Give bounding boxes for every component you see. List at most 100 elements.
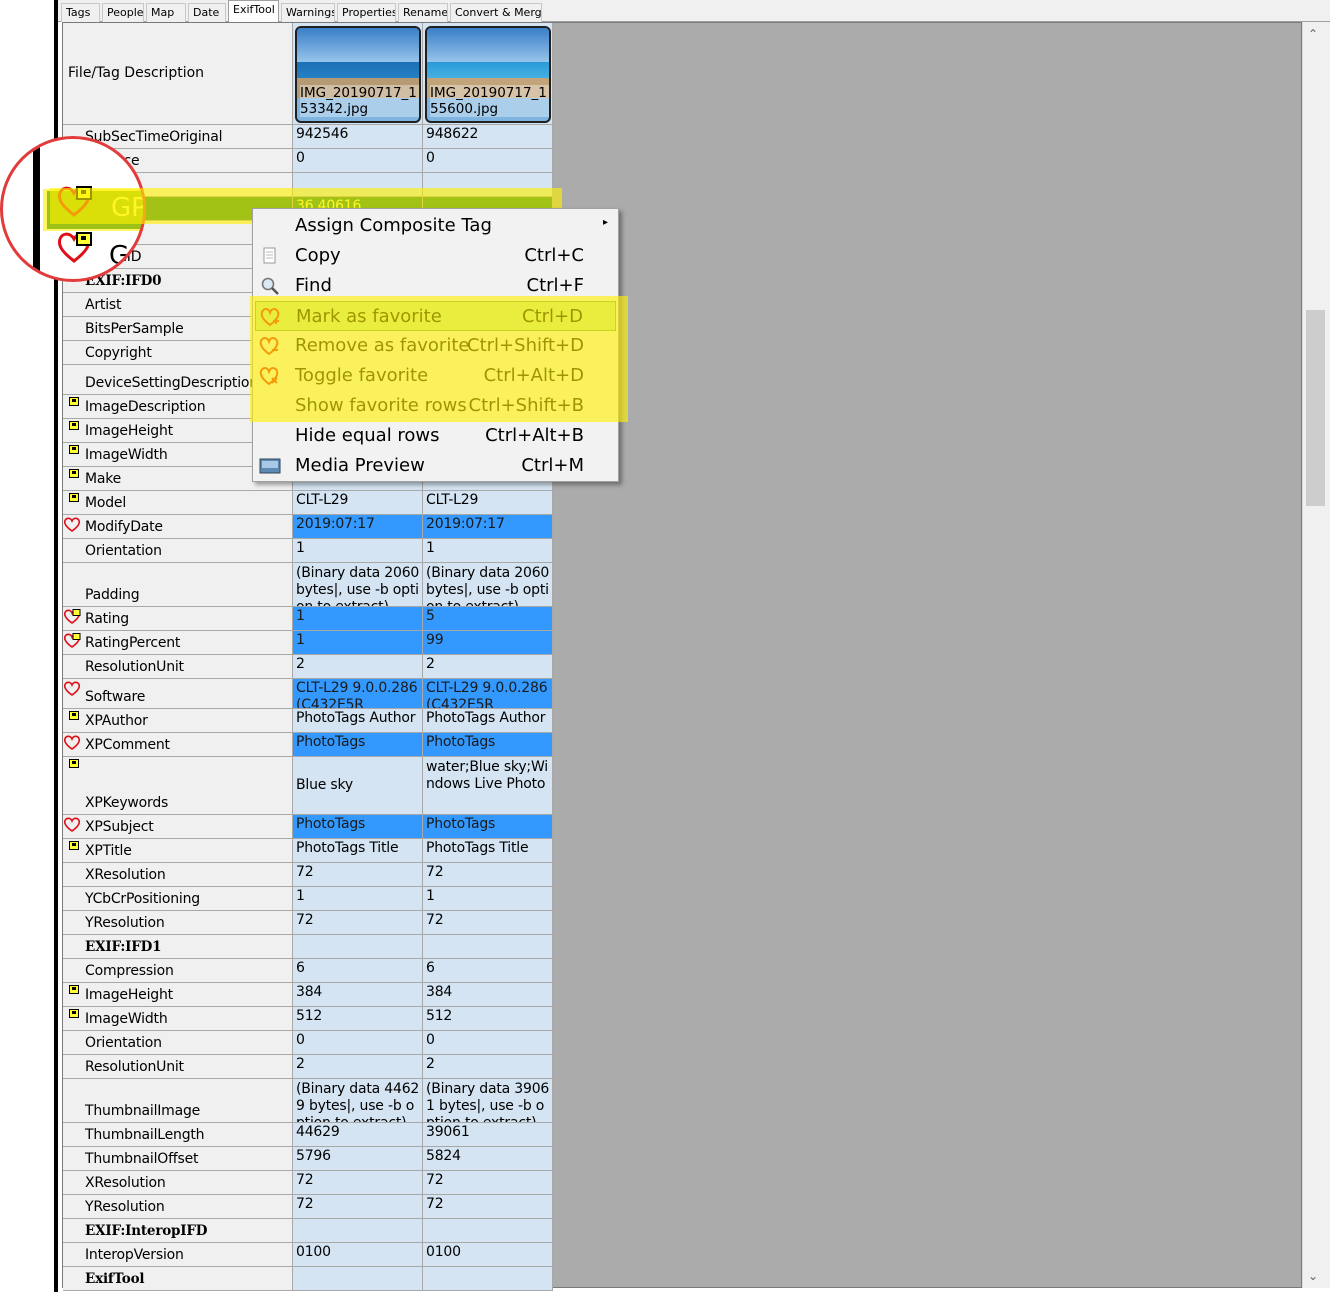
value-cell-file-1[interactable]: 72 [293, 863, 423, 887]
value-cell-file-2[interactable]: 512 [423, 1007, 553, 1031]
table-row[interactable]: YCbCrPositioning 1 1 [63, 887, 553, 911]
value-cell-file-2[interactable]: 72 [423, 1195, 553, 1219]
value-cell-file-1[interactable]: 0 [293, 1031, 423, 1055]
table-row[interactable]: InteropVersion 0100 0100 [63, 1243, 553, 1267]
value-cell-file-2[interactable]: 1 [423, 887, 553, 911]
value-cell-file-1[interactable]: 72 [293, 1195, 423, 1219]
table-row[interactable]: ExifTool [63, 1267, 553, 1291]
tag-name-cell[interactable]: ImageHeight [63, 983, 293, 1007]
tag-name-cell[interactable]: XResolution [63, 1171, 293, 1195]
value-cell-file-1[interactable]: Blue sky [293, 757, 423, 815]
tag-name-cell[interactable]: XPComment [63, 733, 293, 757]
value-cell-file-1[interactable]: CLT-L29 9.0.0.286(C432E5R [293, 679, 423, 709]
value-cell-file-1[interactable]: PhotoTags Author [293, 709, 423, 733]
value-cell-file-1[interactable] [293, 1219, 423, 1243]
value-cell-file-2[interactable]: 0 [423, 149, 553, 173]
table-row[interactable]: XPKeywords Blue sky water;Blue sky;Windows… [63, 757, 553, 815]
table-row[interactable]: Model CLT-L29 CLT-L29 [63, 491, 553, 515]
value-cell-file-1[interactable]: (Binary data 2060 bytes|, use -b option … [293, 563, 423, 607]
table-row[interactable]: EXIF:InteropIFD [63, 1219, 553, 1243]
tag-name-cell[interactable]: XResolution [63, 863, 293, 887]
value-cell-file-2[interactable]: 72 [423, 1171, 553, 1195]
value-cell-file-1[interactable]: 2 [293, 655, 423, 679]
value-cell-file-2[interactable] [423, 1267, 553, 1291]
table-row[interactable]: Padding (Binary data 2060 bytes|, use -b … [63, 563, 553, 607]
value-cell-file-1[interactable]: 512 [293, 1007, 423, 1031]
table-row[interactable]: ThumbnailImage (Binary data 44629 bytes|,… [63, 1079, 553, 1123]
table-row[interactable]: Compression 6 6 [63, 959, 553, 983]
value-cell-file-2[interactable]: 2019:07:17 [423, 515, 553, 539]
tab-rename[interactable]: Rename [398, 3, 448, 22]
tag-name-cell[interactable]: ThumbnailOffset [63, 1147, 293, 1171]
table-row[interactable]: ModifyDate 2019:07:17 2019:07:17 [63, 515, 553, 539]
thumbnail-2[interactable]: IMG_20190717_155600.jpg [425, 26, 551, 123]
tag-name-cell[interactable]: XPTitle [63, 839, 293, 863]
value-cell-file-2[interactable]: 0100 [423, 1243, 553, 1267]
tab-map[interactable]: Map [146, 3, 186, 22]
tag-name-cell[interactable]: ModifyDate [63, 515, 293, 539]
tag-name-cell[interactable]: YResolution [63, 911, 293, 935]
value-cell-file-1[interactable]: 72 [293, 911, 423, 935]
tab-exiftool[interactable]: ExifTool [228, 0, 279, 22]
tab-people[interactable]: People [102, 3, 144, 22]
value-cell-file-1[interactable]: 1 [293, 607, 423, 631]
vertical-scrollbar[interactable] [1302, 22, 1330, 1288]
tag-name-cell[interactable]: YResolution [63, 1195, 293, 1219]
value-cell-file-2[interactable]: PhotoTags [423, 733, 553, 757]
tag-name-cell[interactable]: Model [63, 491, 293, 515]
value-cell-file-2[interactable]: (Binary data 2060 bytes|, use -b option … [423, 563, 553, 607]
value-cell-file-2[interactable]: 948622 [423, 125, 553, 149]
tab-date[interactable]: Date [188, 3, 226, 22]
table-row[interactable]: XPSubject PhotoTags PhotoTags [63, 815, 553, 839]
value-cell-file-2[interactable]: 1 [423, 539, 553, 563]
tag-name-cell[interactable]: ImageWidth [63, 1007, 293, 1031]
menu-item-media-preview[interactable]: Media Preview Ctrl+M [255, 451, 616, 481]
value-cell-file-2[interactable]: 99 [423, 631, 553, 655]
value-cell-file-1[interactable]: PhotoTags [293, 815, 423, 839]
value-cell-file-2[interactable] [423, 935, 553, 959]
tab-properties[interactable]: Properties [337, 3, 396, 22]
value-cell-file-2[interactable]: 384 [423, 983, 553, 1007]
value-cell-file-1[interactable]: 2 [293, 1055, 423, 1079]
value-cell-file-1[interactable]: CLT-L29 [293, 491, 423, 515]
table-row[interactable]: ResolutionUnit 2 2 [63, 655, 553, 679]
menu-item-copy[interactable]: Copy Ctrl+C [255, 241, 616, 271]
table-row[interactable]: YResolution 72 72 [63, 911, 553, 935]
tag-name-cell[interactable]: ResolutionUnit [63, 655, 293, 679]
table-row[interactable]: Orientation 1 1 [63, 539, 553, 563]
table-row[interactable]: ImageWidth 512 512 [63, 1007, 553, 1031]
table-row[interactable]: Software CLT-L29 9.0.0.286(C432E5R CLT-L29… [63, 679, 553, 709]
value-cell-file-2[interactable]: 39061 [423, 1123, 553, 1147]
menu-item-assign-composite-tag[interactable]: Assign Composite Tag ▸ [255, 211, 616, 241]
value-cell-file-2[interactable]: CLT-L29 9.0.0.286(C432E5R [423, 679, 553, 709]
table-row[interactable]: ImageHeight 384 384 [63, 983, 553, 1007]
tag-name-cell[interactable]: EXIF:InteropIFD [63, 1219, 293, 1243]
scroll-up-icon[interactable]: ⌃ [1308, 28, 1318, 40]
value-cell-file-1[interactable]: 72 [293, 1171, 423, 1195]
table-row[interactable]: XResolution 72 72 [63, 1171, 553, 1195]
value-cell-file-2[interactable]: 72 [423, 863, 553, 887]
value-cell-file-2[interactable]: 0 [423, 1031, 553, 1055]
menu-item-hide-equal-rows[interactable]: Hide equal rows Ctrl+Alt+B [255, 421, 616, 451]
value-cell-file-1[interactable] [293, 935, 423, 959]
value-cell-file-2[interactable]: 5 [423, 607, 553, 631]
table-row[interactable]: XResolution 72 72 [63, 863, 553, 887]
value-cell-file-1[interactable]: 5796 [293, 1147, 423, 1171]
value-cell-file-1[interactable]: (Binary data 44629 bytes|, use -b option… [293, 1079, 423, 1123]
tag-name-cell[interactable]: EXIF:IFD1 [63, 935, 293, 959]
tab-warnings[interactable]: Warnings [281, 3, 335, 22]
value-cell-file-2[interactable]: 2 [423, 1055, 553, 1079]
table-row[interactable]: XPTitle PhotoTags Title PhotoTags Title [63, 839, 553, 863]
value-cell-file-1[interactable]: PhotoTags [293, 733, 423, 757]
tag-name-cell[interactable]: Orientation [63, 539, 293, 563]
value-cell-file-2[interactable]: 72 [423, 911, 553, 935]
tag-name-cell[interactable]: XPAuthor [63, 709, 293, 733]
scrollbar-thumb[interactable] [1306, 310, 1325, 506]
value-cell-file-1[interactable] [293, 1267, 423, 1291]
tag-name-cell[interactable]: ThumbnailImage [63, 1079, 293, 1123]
value-cell-file-2[interactable]: 6 [423, 959, 553, 983]
tag-name-cell[interactable]: RatingPercent [63, 631, 293, 655]
value-cell-file-2[interactable]: PhotoTags Author [423, 709, 553, 733]
value-cell-file-2[interactable]: 2 [423, 655, 553, 679]
table-row[interactable]: ThumbnailLength 44629 39061 [63, 1123, 553, 1147]
